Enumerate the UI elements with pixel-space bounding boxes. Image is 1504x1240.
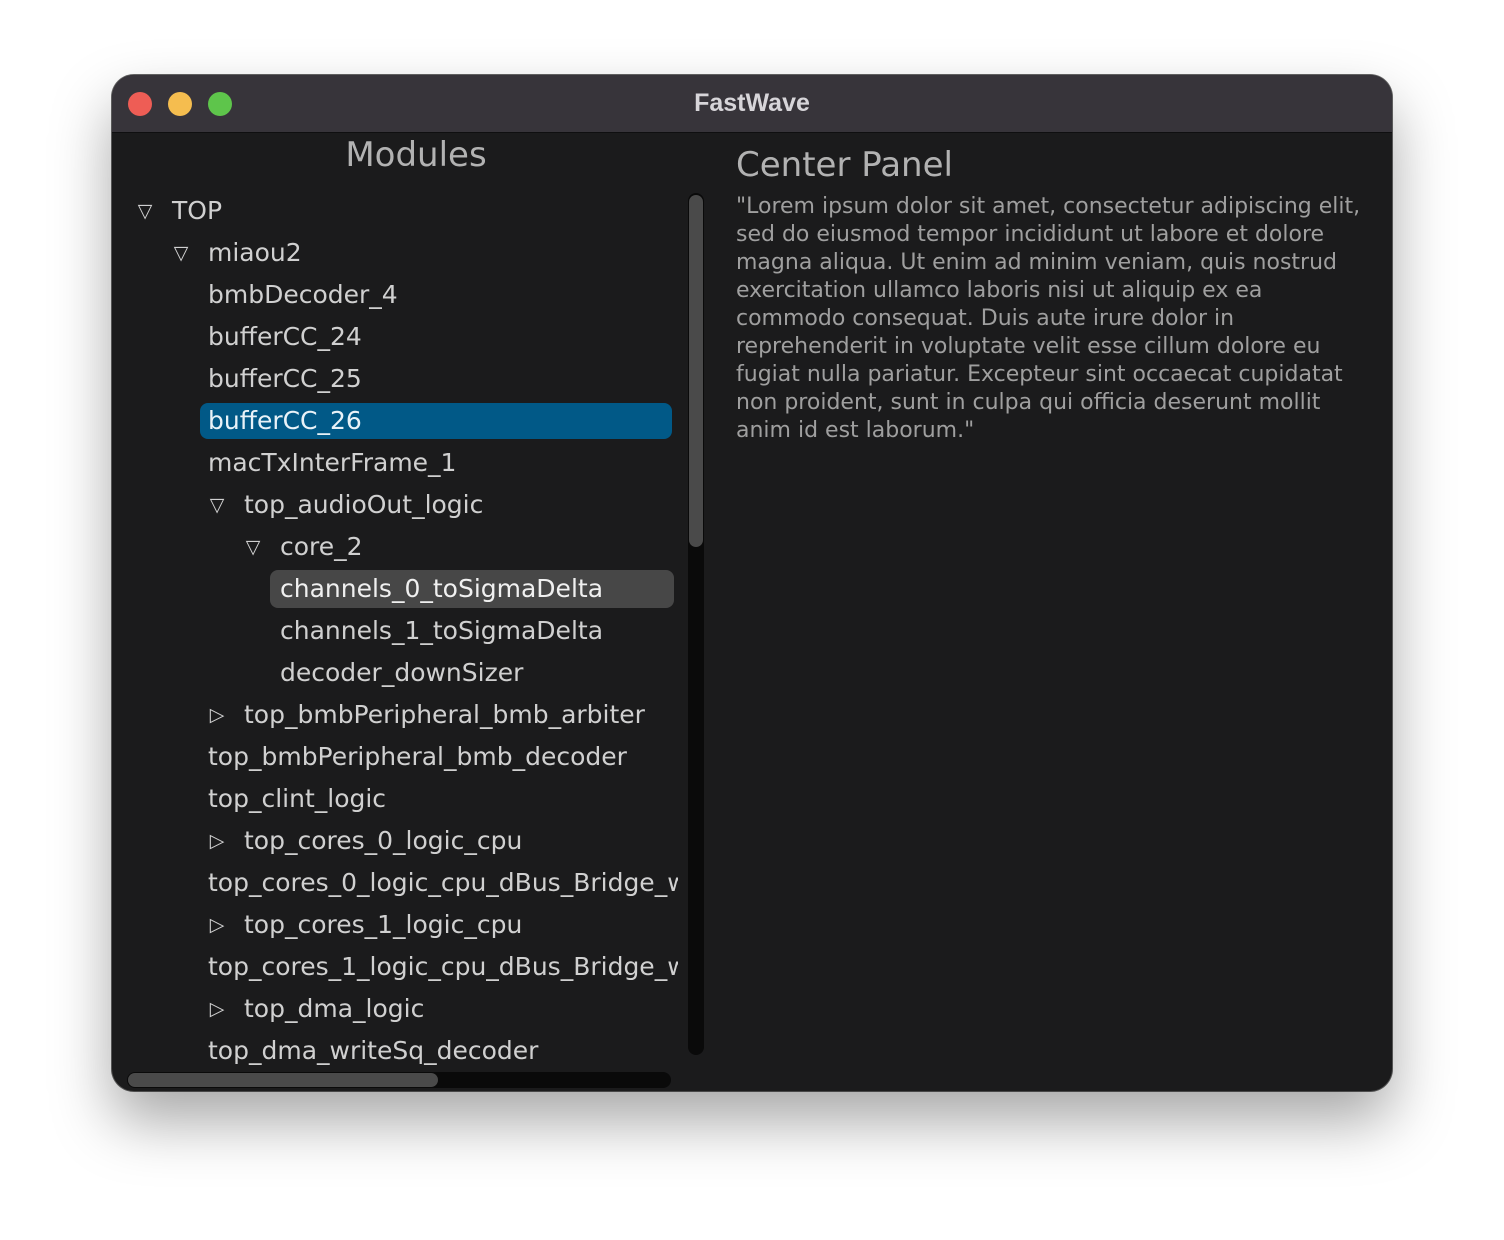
- tree-node-label: core_2: [280, 532, 363, 561]
- tree-node-label: top_dma_writeSq_decoder: [208, 1036, 539, 1065]
- tree-node[interactable]: ▷ top_cores_0_logic_cpu: [112, 820, 678, 862]
- tree-node-label: top_audioOut_logic: [244, 490, 484, 519]
- modules-panel-title: Modules: [345, 135, 487, 175]
- tree-node[interactable]: bufferCC_25: [112, 358, 678, 400]
- tree-node[interactable]: ▷ top_cores_1_logic_cpu: [112, 904, 678, 946]
- tree-node[interactable]: channels_1_toSigmaDelta: [112, 610, 678, 652]
- tree-node-label: top_cores_1_logic_cpu: [244, 910, 523, 939]
- tree-node[interactable]: macTxInterFrame_1: [112, 442, 678, 484]
- tree-node[interactable]: bufferCC_26: [112, 400, 678, 442]
- tree-node-label: decoder_downSizer: [280, 658, 524, 687]
- center-panel-title: Center Panel: [736, 145, 953, 185]
- tree-node[interactable]: top_cores_1_logic_cpu_dBus_Bridge_with: [112, 946, 678, 988]
- app-window: FastWave Modules ▽ TOP ▽ miaou2 bmbDecoder_4…: [112, 75, 1392, 1091]
- tree-node-label: top_clint_logic: [208, 784, 387, 813]
- tree-vertical-scrollbar[interactable]: [688, 193, 704, 1055]
- expanded-triangle-icon[interactable]: ▽: [206, 484, 228, 526]
- tree-node[interactable]: ▽ TOP: [112, 190, 678, 232]
- tree-node-label: TOP: [172, 196, 223, 225]
- collapsed-triangle-icon[interactable]: ▷: [206, 694, 228, 736]
- tree-node[interactable]: decoder_downSizer: [112, 652, 678, 694]
- tree-node-label: channels_1_toSigmaDelta: [280, 616, 604, 645]
- tree-node[interactable]: ▽ core_2: [112, 526, 678, 568]
- collapsed-triangle-icon[interactable]: ▷: [206, 820, 228, 862]
- tree-node-label: bufferCC_25: [208, 364, 362, 393]
- tree-vertical-scroll-thumb[interactable]: [689, 195, 703, 547]
- tree-node-label: channels_0_toSigmaDelta: [280, 574, 604, 603]
- tree-node-label: bufferCC_24: [208, 322, 362, 351]
- collapsed-triangle-icon[interactable]: ▷: [206, 988, 228, 1030]
- module-tree-list: ▽ TOP ▽ miaou2 bmbDecoder_4 bufferCC_24buffer…: [112, 190, 678, 1065]
- tree-node-label: bmbDecoder_4: [208, 280, 398, 309]
- tree-node-label: top_cores_1_logic_cpu_dBus_Bridge_with: [208, 952, 678, 981]
- tree-node-label: top_dma_logic: [244, 994, 425, 1023]
- tree-node[interactable]: channels_0_toSigmaDelta: [112, 568, 678, 610]
- tree-node-label: miaou2: [208, 238, 302, 267]
- tree-node-label: top_cores_0_logic_cpu_dBus_Bridge_with: [208, 868, 678, 897]
- title-bar[interactable]: FastWave: [112, 75, 1392, 133]
- tree-node[interactable]: ▷ top_dma_logic: [112, 988, 678, 1030]
- collapsed-triangle-icon[interactable]: ▷: [206, 904, 228, 946]
- tree-node[interactable]: bmbDecoder_4: [112, 274, 678, 316]
- tree-node[interactable]: top_bmbPeripheral_bmb_decoder: [112, 736, 678, 778]
- expanded-triangle-icon[interactable]: ▽: [170, 232, 192, 274]
- tree-node-label: top_bmbPeripheral_bmb_decoder: [208, 742, 627, 771]
- center-panel-text: "Lorem ipsum dolor sit amet, consectetur…: [736, 194, 1361, 443]
- window-title: FastWave: [694, 89, 810, 117]
- module-tree[interactable]: ▽ TOP ▽ miaou2 bmbDecoder_4 bufferCC_24buffer…: [112, 190, 678, 1065]
- tree-node[interactable]: ▽ miaou2: [112, 232, 678, 274]
- tree-node[interactable]: ▽ top_audioOut_logic: [112, 484, 678, 526]
- expanded-triangle-icon[interactable]: ▽: [134, 190, 156, 232]
- tree-node-label: macTxInterFrame_1: [208, 448, 457, 477]
- tree-horizontal-scrollbar[interactable]: [127, 1072, 671, 1088]
- tree-node[interactable]: top_cores_0_logic_cpu_dBus_Bridge_with: [112, 862, 678, 904]
- tree-node[interactable]: top_clint_logic: [112, 778, 678, 820]
- tree-node-label: top_cores_0_logic_cpu: [244, 826, 523, 855]
- tree-node[interactable]: ▷ top_bmbPeripheral_bmb_arbiter: [112, 694, 678, 736]
- tree-node[interactable]: bufferCC_24: [112, 316, 678, 358]
- tree-node[interactable]: top_dma_writeSq_decoder: [112, 1030, 678, 1065]
- tree-node-label: top_bmbPeripheral_bmb_arbiter: [244, 700, 645, 729]
- expanded-triangle-icon[interactable]: ▽: [242, 526, 264, 568]
- tree-node-label: bufferCC_26: [208, 406, 362, 435]
- tree-horizontal-scroll-thumb[interactable]: [128, 1073, 438, 1087]
